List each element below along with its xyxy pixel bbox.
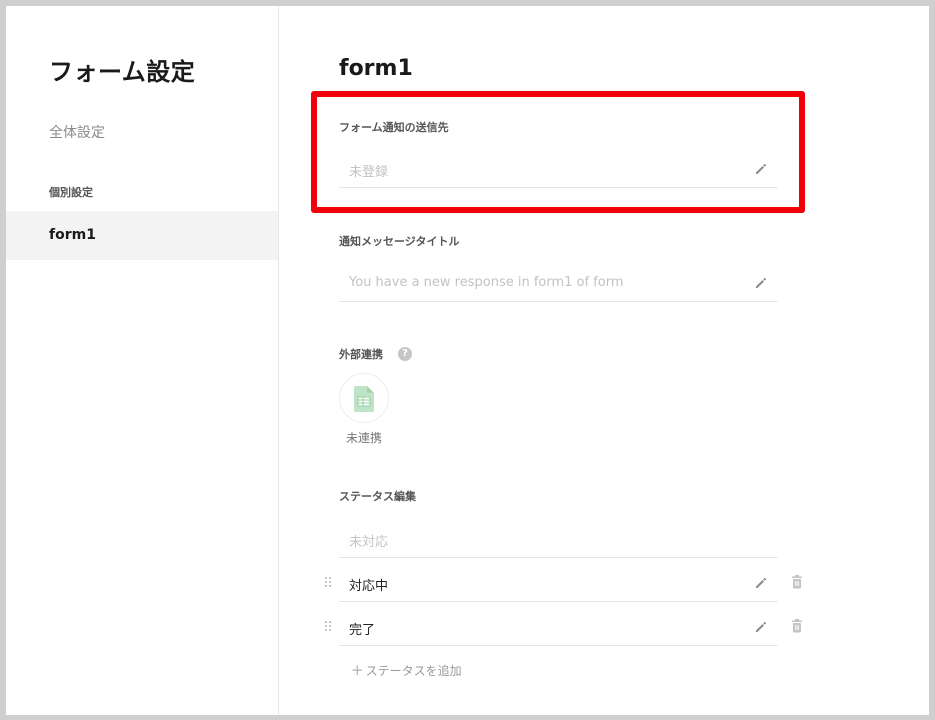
trash-icon[interactable] <box>791 575 803 589</box>
status-row-default: 未対応 <box>339 520 778 558</box>
sidebar-item-general-settings[interactable]: 全体設定 <box>49 122 105 142</box>
notify-title-placeholder: You have a new response in form1 of form <box>349 275 624 290</box>
sidebar-item-form1[interactable]: form1 <box>6 211 278 260</box>
drag-handle-icon[interactable] <box>324 576 332 588</box>
notify-recipient-value: 未登録 <box>349 165 389 180</box>
sidebar-title: フォーム設定 <box>49 58 196 86</box>
add-status-button[interactable]: + ステータスを追加 <box>351 661 462 679</box>
add-status-label: ステータスを追加 <box>365 664 462 678</box>
status-row[interactable]: 対応中 <box>339 564 778 602</box>
pencil-icon[interactable] <box>754 576 768 590</box>
status-label: 完了 <box>349 623 376 638</box>
plus-icon: + <box>351 661 364 679</box>
notify-title-field[interactable]: You have a new response in form1 of form <box>339 264 778 302</box>
pencil-icon[interactable] <box>754 276 768 290</box>
google-sheets-integration-button[interactable] <box>339 373 389 423</box>
pencil-icon[interactable] <box>754 620 768 634</box>
integration-label: 外部連携 <box>339 348 383 361</box>
pencil-icon[interactable] <box>754 162 768 176</box>
app-window: フォーム設定 全体設定 個別設定 form1 form1 フォーム通知の送信先 … <box>6 6 929 715</box>
sidebar-item-label: form1 <box>49 227 96 243</box>
notify-title-label: 通知メッセージタイトル <box>339 235 460 248</box>
page-title: form1 <box>339 56 413 81</box>
notify-recipient-label: フォーム通知の送信先 <box>339 121 449 134</box>
status-label: 対応中 <box>349 579 389 594</box>
status-edit-label: ステータス編集 <box>339 490 416 503</box>
integration-status: 未連携 <box>346 431 383 445</box>
status-default-label: 未対応 <box>349 535 389 550</box>
sidebar-section-individual: 個別設定 <box>49 186 93 199</box>
spreadsheet-icon <box>354 386 374 412</box>
status-row[interactable]: 完了 <box>339 608 778 646</box>
notify-recipient-field[interactable]: 未登録 <box>339 150 778 188</box>
trash-icon[interactable] <box>791 619 803 633</box>
main-content: form1 フォーム通知の送信先 未登録 通知メッセージタイトル You hav… <box>280 6 929 715</box>
help-icon[interactable]: ? <box>398 347 412 361</box>
sidebar: フォーム設定 全体設定 個別設定 form1 <box>6 6 279 715</box>
drag-handle-icon[interactable] <box>324 620 332 632</box>
